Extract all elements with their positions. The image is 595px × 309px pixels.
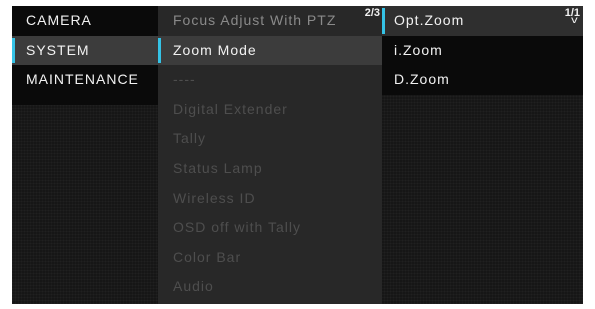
menu-category-system[interactable]: SYSTEM xyxy=(12,35,158,66)
submenu-item-label: Color Bar xyxy=(173,248,242,265)
submenu-item-osd-off-with-tally[interactable]: OSD off with Tally xyxy=(158,213,382,243)
menu-category-label: SYSTEM xyxy=(26,41,90,58)
menu-category-label: MAINTENANCE xyxy=(26,71,139,88)
submenu-item-digital-extender[interactable]: Digital Extender xyxy=(158,95,382,125)
submenu-panel: Focus Adjust With PTZ 2/3 Zoom Mode ----… xyxy=(158,6,382,304)
submenu-item-wireless-id[interactable]: Wireless ID xyxy=(158,184,382,214)
option-opt-zoom[interactable]: Opt.Zoom 1/1 v xyxy=(382,6,583,36)
submenu-item-tally[interactable]: Tally xyxy=(158,124,382,154)
submenu-page-indicator: 2/3 xyxy=(364,7,380,19)
submenu-item-focus-adjust-with-ptz[interactable]: Focus Adjust With PTZ 2/3 xyxy=(158,6,382,36)
option-d-zoom[interactable]: D.Zoom xyxy=(382,65,583,95)
submenu-item-label: Audio xyxy=(173,278,214,295)
menu-category-camera[interactable]: CAMERA xyxy=(12,6,158,36)
category-menu-spacer xyxy=(12,94,158,105)
submenu-item-label: Focus Adjust With PTZ xyxy=(173,12,337,28)
option-label: Opt.Zoom xyxy=(394,12,465,28)
option-label: D.Zoom xyxy=(394,71,450,88)
submenu-item-label: OSD off with Tally xyxy=(173,219,301,236)
submenu-item-status-lamp[interactable]: Status Lamp xyxy=(158,154,382,184)
osd-menu-screen: CAMERA SYSTEM MAINTENANCE Focus Adjust W… xyxy=(12,6,583,304)
submenu-item-label: Wireless ID xyxy=(173,189,256,206)
submenu-item-color-bar[interactable]: Color Bar xyxy=(158,243,382,273)
submenu-item-label: Digital Extender xyxy=(173,100,288,117)
menu-category-label: CAMERA xyxy=(26,12,92,28)
submenu-item-label: Status Lamp xyxy=(173,159,263,176)
submenu-item-label: Zoom Mode xyxy=(173,41,257,58)
submenu-item-zoom-mode[interactable]: Zoom Mode xyxy=(158,35,382,66)
submenu-item-audio[interactable]: Audio xyxy=(158,272,382,302)
option-list: Opt.Zoom 1/1 v i.Zoom D.Zoom xyxy=(382,6,583,304)
category-menu: CAMERA SYSTEM MAINTENANCE xyxy=(12,6,158,304)
option-i-zoom[interactable]: i.Zoom xyxy=(382,35,583,66)
chevron-down-icon: v xyxy=(571,15,579,26)
option-label: i.Zoom xyxy=(394,41,443,58)
submenu-item-separator: ---- xyxy=(158,65,382,95)
menu-category-maintenance[interactable]: MAINTENANCE xyxy=(12,65,158,95)
submenu-item-label: Tally xyxy=(173,130,207,147)
submenu-item-label: ---- xyxy=(173,71,196,88)
